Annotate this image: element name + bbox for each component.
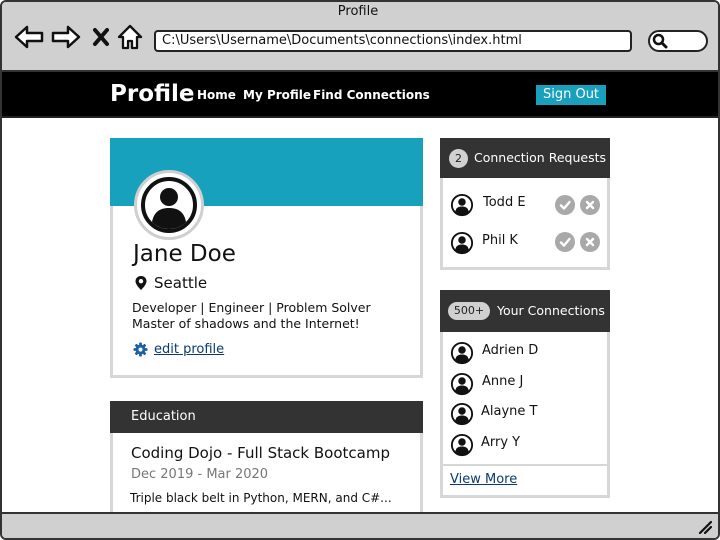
user-avatar-icon	[450, 402, 474, 426]
forward-arrow-icon[interactable]	[51, 24, 81, 50]
connection-name[interactable]: Arry Y	[481, 435, 520, 451]
gear-icon[interactable]	[133, 342, 148, 357]
decline-request-button[interactable]	[580, 232, 600, 252]
accept-request-button[interactable]	[555, 232, 575, 252]
home-icon[interactable]	[117, 23, 143, 51]
connection-name[interactable]: Alayne T	[481, 404, 537, 420]
close-icon	[585, 237, 595, 247]
connection-name[interactable]: Adrien D	[482, 343, 538, 359]
profile-name: Jane Doe	[133, 241, 236, 267]
close-icon	[585, 200, 595, 210]
resize-grip-icon[interactable]	[696, 518, 713, 535]
location-pin-icon	[134, 275, 148, 291]
close-x-icon[interactable]	[92, 27, 110, 47]
connections-divider	[442, 464, 608, 466]
request-name[interactable]: Todd E	[483, 195, 526, 211]
education-dates: Dec 2019 - Mar 2020	[131, 467, 269, 482]
view-more-link[interactable]: View More	[450, 471, 517, 488]
check-icon	[559, 200, 571, 210]
user-avatar-icon	[450, 372, 474, 396]
search-icon[interactable]	[652, 33, 668, 49]
education-header: Education	[110, 401, 423, 433]
profile-bio-line-1: Developer | Engineer | Problem Solver	[132, 300, 371, 315]
request-name[interactable]: Phil K	[482, 233, 518, 249]
edit-profile-link[interactable]: edit profile	[154, 341, 224, 358]
connection-name[interactable]: Anne J	[482, 374, 523, 390]
connections-count-badge: 500+	[448, 302, 490, 320]
education-school: Coding Dojo - Full Stack Bootcamp	[131, 444, 390, 462]
profile-avatar	[134, 170, 204, 240]
user-avatar-icon	[141, 177, 197, 233]
address-bar[interactable]: C:\Users\Username\Documents\connections\…	[154, 30, 632, 52]
window-title: Profile	[337, 4, 379, 19]
decline-request-button[interactable]	[580, 195, 600, 215]
back-arrow-icon[interactable]	[14, 24, 44, 50]
nav-link-home[interactable]: Home	[197, 87, 236, 103]
profile-bio-line-2: Master of shadows and the Internet!	[132, 316, 360, 331]
browser-statusbar	[2, 512, 718, 538]
check-icon	[559, 237, 571, 247]
site-brand[interactable]: Profile	[110, 80, 195, 108]
education-description: Triple black belt in Python, MERN, and C…	[130, 491, 392, 505]
user-avatar-icon	[450, 193, 474, 217]
profile-location: Seattle	[154, 274, 208, 292]
user-avatar-icon	[450, 341, 474, 365]
nav-link-find-connections[interactable]: Find Connections	[313, 87, 430, 103]
user-avatar-icon	[450, 231, 474, 255]
sign-out-button[interactable]: Sign Out	[536, 85, 606, 105]
requests-count-badge: 2	[449, 149, 468, 168]
nav-link-my-profile[interactable]: My Profile	[243, 87, 311, 103]
user-avatar-icon	[450, 433, 474, 457]
accept-request-button[interactable]	[555, 195, 575, 215]
